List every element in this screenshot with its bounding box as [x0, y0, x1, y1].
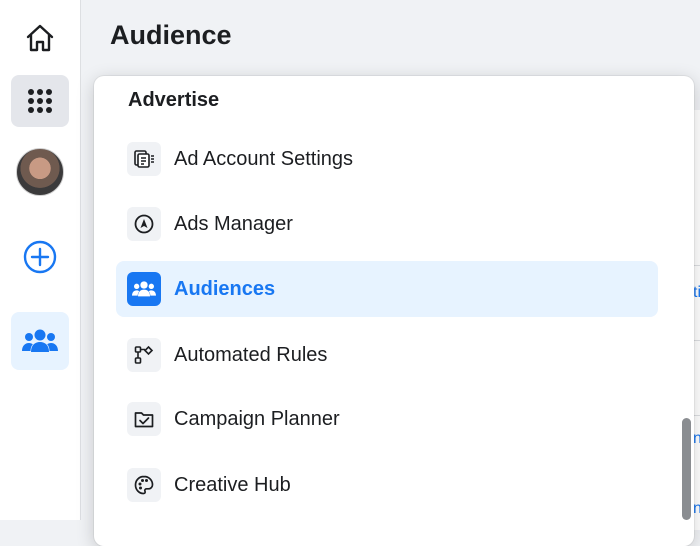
menu-item-automated-rules[interactable]: Automated Rules — [116, 327, 658, 383]
automation-rules-icon — [127, 338, 161, 372]
tools-dropdown-menu: Advertise Ad Account Settings Ads Manage… — [94, 76, 694, 546]
audience-nav-button[interactable] — [11, 312, 69, 370]
avatar — [16, 148, 64, 196]
page-title: Audience — [110, 20, 232, 50]
menu-item-audiences[interactable]: Audiences — [116, 261, 658, 317]
home-button[interactable] — [11, 12, 69, 64]
plus-circle-icon — [23, 240, 57, 274]
menu-item-creative-hub[interactable]: Creative Hub — [116, 457, 658, 513]
menu-item-label: Automated Rules — [174, 343, 328, 366]
left-nav-rail — [0, 0, 81, 520]
grid-icon — [28, 89, 52, 113]
menu-item-label: Ad Account Settings — [174, 147, 354, 170]
menu-item-ad-account-settings[interactable]: Ad Account Settings — [116, 131, 658, 187]
people-icon — [22, 329, 58, 352]
menu-item-ads-manager[interactable]: Ads Manager — [116, 196, 658, 252]
ad-account-settings-icon — [127, 142, 161, 176]
create-button[interactable] — [11, 231, 69, 283]
background-text-fragment: n — [693, 430, 700, 447]
menu-scrollbar[interactable] — [682, 418, 691, 520]
all-tools-button[interactable] — [11, 75, 69, 127]
background-text-fragment: ti — [693, 284, 700, 301]
profile-button[interactable] — [11, 146, 69, 198]
section-title-advertise: Advertise — [128, 89, 220, 111]
people-icon — [127, 272, 161, 306]
background-text-fragment: n — [693, 500, 700, 517]
menu-item-label: Ads Manager — [174, 212, 293, 235]
compass-icon — [127, 207, 161, 241]
menu-item-campaign-planner[interactable]: Campaign Planner — [116, 391, 658, 447]
menu-item-label: Audiences — [174, 277, 276, 300]
palette-icon — [127, 468, 161, 502]
menu-item-label: Campaign Planner — [174, 407, 340, 430]
home-icon — [26, 24, 54, 52]
menu-item-label: Creative Hub — [174, 473, 291, 496]
folder-check-icon — [127, 402, 161, 436]
